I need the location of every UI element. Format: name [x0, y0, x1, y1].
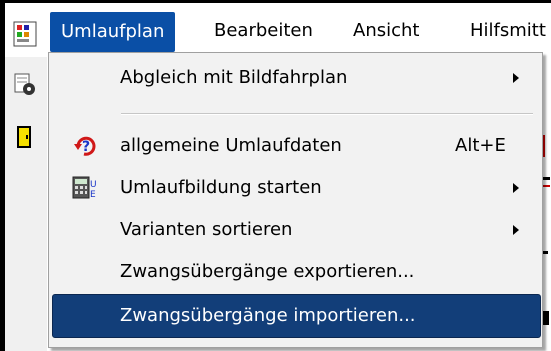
background-mark	[543, 311, 549, 325]
background-mark	[542, 177, 550, 180]
menu-item-label: allgemeine Umlaufdaten	[120, 135, 342, 156]
menu-item-umlaufbildung-starten[interactable]: U E Umlaufbildung starten	[52, 167, 539, 209]
menu-ansicht[interactable]: Ansicht	[343, 12, 429, 50]
calculator-icon: U E	[72, 176, 97, 200]
submenu-arrow-icon	[513, 225, 519, 235]
menu-item-label: Abgleich mit Bildfahrplan	[120, 67, 348, 88]
menu-bar: Umlaufplan Bearbeiten Ansicht Hilfsmitt	[5, 3, 551, 57]
app-icon	[13, 21, 37, 47]
help-refresh-icon: ?	[74, 136, 96, 156]
menu-item-label: Varianten sortieren	[120, 219, 293, 240]
umlaufplan-dropdown-menu: Abgleich mit Bildfahrplan ? allgemeine U…	[48, 52, 543, 348]
shortcut-label: Alt+E	[455, 135, 506, 156]
svg-text:E: E	[90, 190, 96, 200]
menu-item-label: Zwangsübergänge exportieren...	[120, 261, 415, 282]
menu-hilfsmittel[interactable]: Hilfsmitt	[460, 12, 551, 50]
menu-umlaufplan[interactable]: Umlaufplan	[50, 12, 176, 52]
submenu-arrow-icon	[513, 73, 519, 83]
menu-item-zwangsuebergaenge-exportieren[interactable]: Zwangsübergänge exportieren...	[52, 251, 539, 293]
menu-bearbeiten[interactable]: Bearbeiten	[204, 12, 323, 50]
settings-document-icon[interactable]	[14, 73, 36, 97]
menu-item-label: Zwangsübergänge importieren...	[120, 305, 416, 326]
menu-separator	[121, 113, 533, 115]
exit-door-icon[interactable]	[14, 125, 36, 149]
svg-text:?: ?	[82, 139, 90, 155]
menu-item-allgemeine-umlaufdaten[interactable]: ? allgemeine Umlaufdaten Alt+E	[52, 125, 539, 167]
menu-item-zwangsuebergaenge-importieren[interactable]: Zwangsübergänge importieren...	[52, 294, 541, 338]
submenu-arrow-icon	[513, 183, 519, 193]
menu-item-abgleich[interactable]: Abgleich mit Bildfahrplan	[52, 57, 539, 99]
toolbar	[5, 57, 47, 351]
menu-item-label: Umlaufbildung starten	[120, 177, 322, 198]
svg-text:U: U	[90, 180, 97, 190]
menu-item-varianten-sortieren[interactable]: Varianten sortieren	[52, 209, 539, 251]
